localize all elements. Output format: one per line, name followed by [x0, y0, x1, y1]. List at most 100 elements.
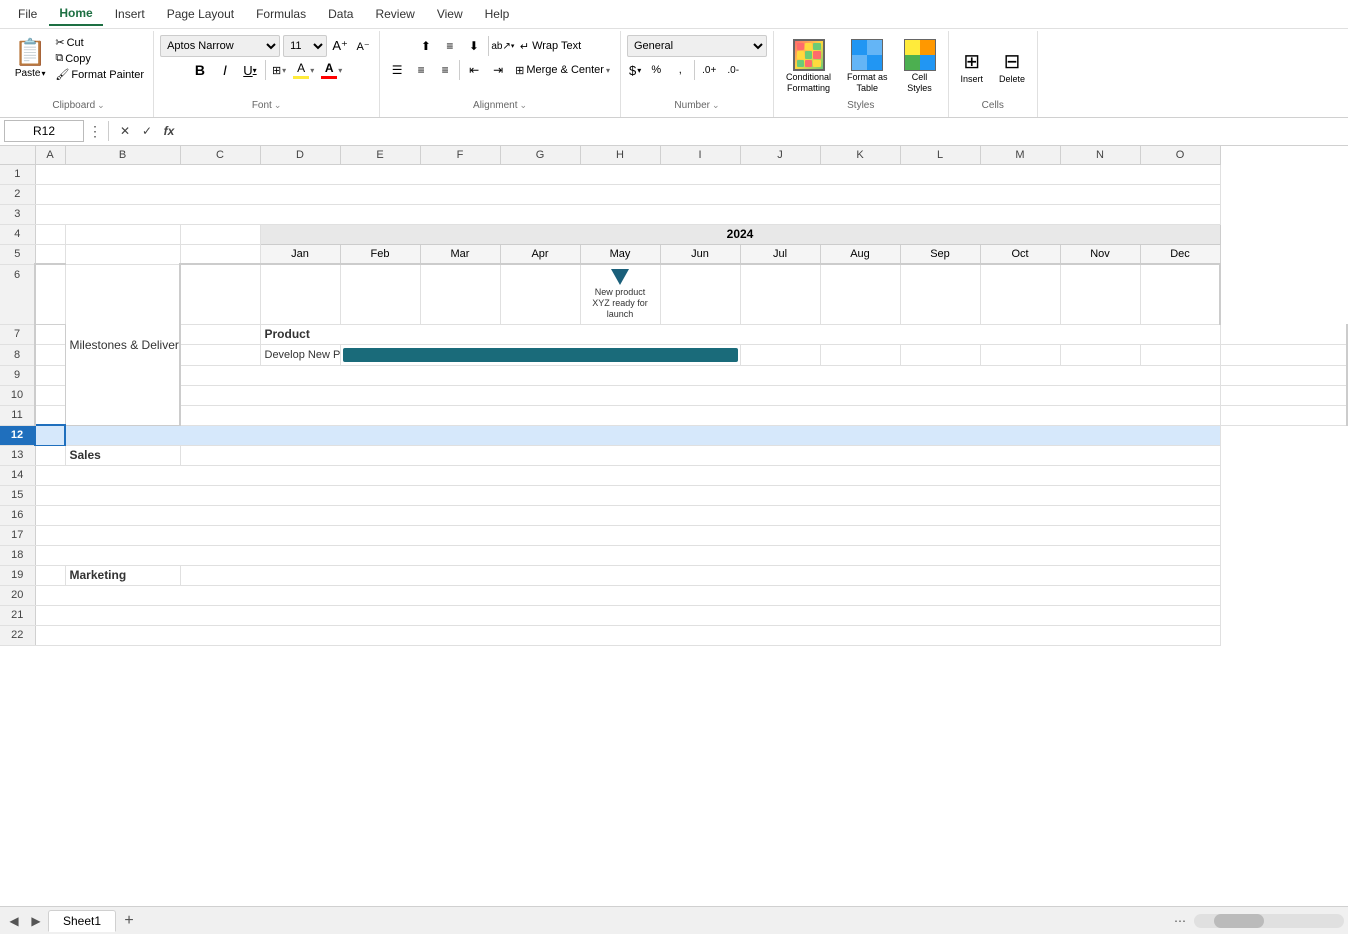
- cell[interactable]: [35, 545, 1220, 565]
- cell[interactable]: [660, 264, 740, 324]
- clipboard-expand-icon[interactable]: ⌄: [97, 100, 105, 111]
- row-num[interactable]: 6: [0, 264, 35, 324]
- name-box[interactable]: [4, 120, 84, 142]
- cell[interactable]: [35, 204, 1220, 224]
- cell[interactable]: [35, 324, 65, 344]
- cell[interactable]: [900, 344, 980, 365]
- font-size-select[interactable]: 11: [283, 35, 327, 57]
- tab-help[interactable]: Help: [475, 3, 520, 25]
- tab-formulas[interactable]: Formulas: [246, 3, 316, 25]
- cell[interactable]: [35, 244, 65, 264]
- product-label[interactable]: Product: [260, 324, 1220, 344]
- wrap-text-button[interactable]: ↵ Wrap Text: [516, 35, 585, 57]
- col-header-B[interactable]: B: [65, 146, 180, 165]
- year-header-cell[interactable]: 2024: [260, 224, 1220, 244]
- italic-button[interactable]: I: [214, 59, 236, 81]
- cell[interactable]: [35, 224, 65, 244]
- row-num[interactable]: 19: [0, 565, 35, 585]
- alignment-expand-icon[interactable]: ⌄: [520, 100, 528, 111]
- format-as-table-button[interactable]: Format asTable: [841, 35, 894, 98]
- decrease-font-button[interactable]: A⁻: [353, 36, 373, 56]
- col-header-F[interactable]: F: [420, 146, 500, 165]
- month-mar[interactable]: Mar: [420, 244, 500, 264]
- month-feb[interactable]: Feb: [340, 244, 420, 264]
- insert-button[interactable]: ⊞ Insert: [955, 45, 990, 88]
- cell[interactable]: [1220, 405, 1347, 425]
- month-dec[interactable]: Dec: [1140, 244, 1220, 264]
- number-expand-icon[interactable]: ⌄: [712, 100, 720, 111]
- increase-font-button[interactable]: A⁺: [330, 36, 350, 56]
- col-header-O[interactable]: O: [1140, 146, 1220, 165]
- sheet-tab-1[interactable]: Sheet1: [48, 910, 116, 932]
- font-expand-icon[interactable]: ⌄: [274, 100, 282, 111]
- percent-button[interactable]: %: [645, 59, 667, 81]
- comma-button[interactable]: ,: [669, 59, 691, 81]
- bold-button[interactable]: B: [189, 59, 211, 81]
- month-aug[interactable]: Aug: [820, 244, 900, 264]
- develop-product-label[interactable]: Develop New Product: "XYZ": [260, 344, 340, 365]
- cell[interactable]: [35, 184, 1220, 204]
- cell[interactable]: [35, 164, 1220, 184]
- cut-button[interactable]: ✂ Cut: [52, 35, 147, 50]
- row-num[interactable]: 18: [0, 545, 35, 565]
- row-num[interactable]: 7: [0, 324, 35, 344]
- cell[interactable]: [1140, 344, 1220, 365]
- row-num[interactable]: 8: [0, 344, 35, 365]
- cell[interactable]: [260, 264, 340, 324]
- cell[interactable]: [35, 405, 65, 425]
- cell[interactable]: [35, 505, 1220, 525]
- cell[interactable]: [740, 344, 820, 365]
- row-num[interactable]: 14: [0, 465, 35, 485]
- tab-data[interactable]: Data: [318, 3, 363, 25]
- cell[interactable]: [180, 264, 260, 324]
- row-num[interactable]: 2: [0, 184, 35, 204]
- cell[interactable]: [980, 344, 1060, 365]
- row-num[interactable]: 4: [0, 224, 35, 244]
- row-num[interactable]: 3: [0, 204, 35, 224]
- col-header-J[interactable]: J: [740, 146, 820, 165]
- cell[interactable]: [65, 425, 1220, 445]
- cell[interactable]: [1140, 264, 1220, 324]
- row-num[interactable]: 20: [0, 585, 35, 605]
- number-format-select[interactable]: General: [627, 35, 767, 57]
- top-align-button[interactable]: ⬆: [415, 35, 437, 57]
- cell[interactable]: [180, 344, 260, 365]
- formula-bar-context-icon[interactable]: ⋮: [88, 123, 102, 140]
- col-header-M[interactable]: M: [980, 146, 1060, 165]
- tab-nav-left[interactable]: ◀: [4, 911, 24, 931]
- tab-nav-right[interactable]: ▶: [26, 911, 46, 931]
- month-jul[interactable]: Jul: [740, 244, 820, 264]
- cell[interactable]: [35, 485, 1220, 505]
- col-header-L[interactable]: L: [900, 146, 980, 165]
- orientation-button[interactable]: ab↗▾: [492, 35, 514, 57]
- cell[interactable]: [1060, 344, 1140, 365]
- col-header-H[interactable]: H: [580, 146, 660, 165]
- cell[interactable]: [35, 565, 65, 585]
- milestones-label[interactable]: Milestones & Deliverables: [65, 264, 180, 425]
- row-num[interactable]: 11: [0, 405, 35, 425]
- cell[interactable]: [35, 625, 1220, 645]
- tab-view[interactable]: View: [427, 3, 473, 25]
- cell[interactable]: [980, 264, 1060, 324]
- tab-page-layout[interactable]: Page Layout: [157, 3, 244, 25]
- border-button[interactable]: ⊞▾: [270, 59, 288, 81]
- tab-file[interactable]: File: [8, 3, 47, 25]
- gantt-bar-cell[interactable]: [340, 344, 740, 365]
- cell[interactable]: [35, 385, 65, 405]
- row-num[interactable]: 15: [0, 485, 35, 505]
- copy-button[interactable]: ⧉ Copy: [52, 51, 147, 66]
- cell[interactable]: [180, 405, 1220, 425]
- confirm-formula-button[interactable]: ✓: [137, 121, 157, 141]
- col-header-D[interactable]: D: [260, 146, 340, 165]
- tab-review[interactable]: Review: [365, 3, 424, 25]
- middle-align-button[interactable]: ≡: [439, 35, 461, 57]
- milestone-may-cell[interactable]: New product XYZ ready for launch: [580, 264, 660, 324]
- row-num[interactable]: 1: [0, 164, 35, 184]
- tab-insert[interactable]: Insert: [105, 3, 155, 25]
- horizontal-scrollbar[interactable]: [1194, 914, 1344, 928]
- cell[interactable]: [1220, 385, 1347, 405]
- cell[interactable]: [340, 264, 420, 324]
- cell[interactable]: [35, 445, 65, 465]
- col-header-C[interactable]: C: [180, 146, 260, 165]
- insert-function-button[interactable]: fx: [159, 121, 179, 141]
